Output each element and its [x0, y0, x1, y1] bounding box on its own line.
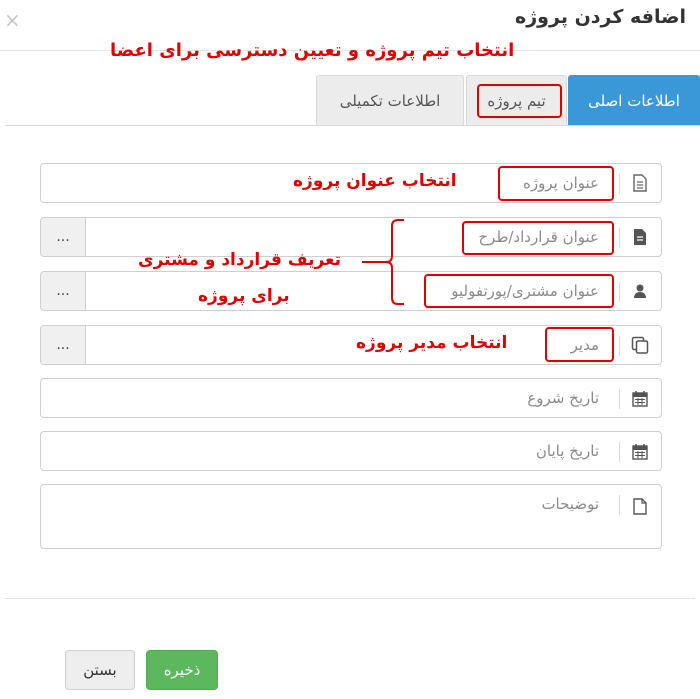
footer-divider — [5, 598, 695, 599]
start-date-field[interactable]: تاریخ شروع — [40, 378, 662, 418]
contract-annotation-line2: برای پروژه — [198, 286, 290, 306]
user-icon — [619, 272, 661, 310]
end-date-placeholder: تاریخ پایان — [535, 442, 599, 460]
calendar-icon — [619, 432, 661, 470]
tab-additional-info[interactable]: اطلاعات تکمیلی — [316, 75, 464, 126]
document-filled-icon — [619, 218, 661, 256]
close-icon[interactable]: × — [4, 8, 21, 32]
contract-title-highlight — [462, 221, 614, 255]
save-button[interactable]: ذخیره — [146, 650, 218, 690]
calendar-icon — [619, 379, 661, 417]
cancel-button[interactable]: بستن — [65, 650, 135, 690]
copy-icon — [619, 326, 661, 364]
contract-annotation-line1: تعریف قرارداد و مشتری — [138, 250, 342, 270]
team-tab-highlight — [477, 84, 562, 118]
customer-lookup-button[interactable]: ... — [41, 272, 86, 310]
bracket-annotation — [362, 219, 404, 305]
project-title-highlight — [498, 166, 614, 201]
customer-title-highlight — [424, 274, 614, 308]
description-placeholder: توضیحات — [541, 495, 599, 513]
tabs-divider — [5, 125, 700, 126]
tab-additional-info-label: اطلاعات تکمیلی — [339, 92, 441, 110]
manager-lookup-button[interactable]: ... — [41, 326, 86, 364]
tab-main-info[interactable]: اطلاعات اصلی — [568, 75, 700, 126]
end-date-field[interactable]: تاریخ پایان — [40, 431, 662, 471]
document-lines-icon — [619, 164, 661, 202]
manager-highlight — [545, 327, 614, 362]
manager-annotation: انتخاب مدیر پروژه — [356, 333, 508, 353]
dialog-title: اضافه کردن پروژه — [515, 6, 686, 28]
title-annotation: انتخاب عنوان پروژه — [293, 171, 457, 191]
contract-lookup-button[interactable]: ... — [41, 218, 86, 256]
tab-main-info-label: اطلاعات اصلی — [588, 91, 680, 110]
start-date-placeholder: تاریخ شروع — [527, 389, 599, 407]
file-outline-icon — [619, 485, 661, 527]
team-annotation: انتخاب تیم پروژه و تعیین دسترسی برای اعض… — [110, 40, 515, 61]
description-field[interactable]: توضیحات — [40, 484, 662, 549]
